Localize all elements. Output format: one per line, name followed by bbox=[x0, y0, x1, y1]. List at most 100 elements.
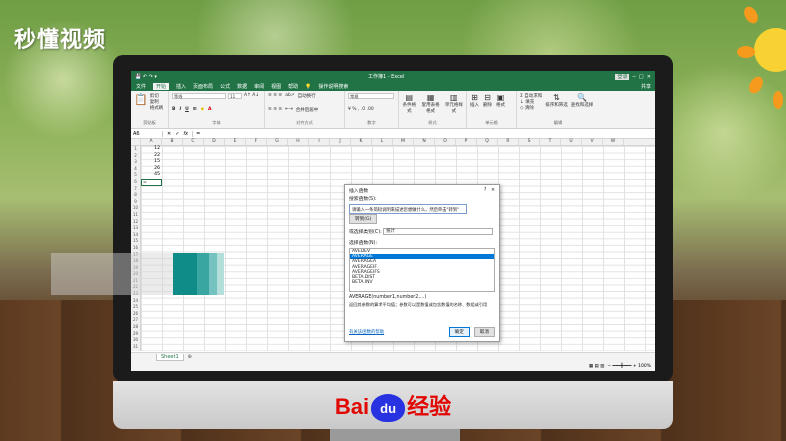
grow-font-icon[interactable]: A↑ A↓ bbox=[244, 93, 259, 99]
font-family-select[interactable]: 等线 bbox=[172, 93, 226, 99]
maximize-icon[interactable]: □ bbox=[639, 74, 644, 80]
row-header[interactable]: 26 bbox=[131, 311, 140, 318]
column-header[interactable]: M bbox=[393, 139, 414, 145]
function-item[interactable]: BETA.INV bbox=[350, 280, 494, 285]
help-icon[interactable]: ? bbox=[484, 188, 487, 193]
row-header[interactable]: 2 bbox=[131, 153, 140, 160]
paste-icon[interactable]: 📋 bbox=[134, 93, 148, 111]
row-header[interactable]: 27 bbox=[131, 317, 140, 324]
orientation-icon[interactable]: ab↗ bbox=[285, 93, 294, 99]
minimize-icon[interactable]: ─ bbox=[633, 74, 636, 80]
tab-view[interactable]: 视图 bbox=[271, 83, 281, 90]
row-header[interactable]: 10 bbox=[131, 205, 140, 212]
column-header[interactable]: W bbox=[603, 139, 624, 145]
select-all-corner[interactable] bbox=[131, 139, 141, 145]
insert-cells-button[interactable]: ⊞ 插入 bbox=[470, 93, 479, 108]
row-header[interactable]: 9 bbox=[131, 199, 140, 206]
sheet-tab-sheet1[interactable]: Sheet1 bbox=[156, 353, 184, 361]
number-format-select[interactable]: 常规 bbox=[348, 93, 394, 99]
column-header[interactable]: R bbox=[498, 139, 519, 145]
column-header[interactable]: J bbox=[330, 139, 351, 145]
column-header[interactable]: B bbox=[162, 139, 183, 145]
quick-access-toolbar[interactable]: 💾 ↶ ↷ ▾ bbox=[135, 74, 157, 80]
font-size-select[interactable]: 11 bbox=[228, 93, 242, 99]
name-box[interactable]: A6 bbox=[133, 130, 163, 137]
row-header[interactable]: 3 bbox=[131, 159, 140, 166]
share-button[interactable]: 共享 bbox=[641, 83, 655, 90]
column-header[interactable]: D bbox=[204, 139, 225, 145]
row-header[interactable]: 12 bbox=[131, 219, 140, 226]
tab-file[interactable]: 文件 bbox=[136, 83, 146, 90]
row-header[interactable]: 7 bbox=[131, 186, 140, 193]
dialog-close-icon[interactable]: × bbox=[491, 188, 495, 193]
cell-a1[interactable]: 12 bbox=[141, 146, 162, 153]
find-select-button[interactable]: 🔍 查找和选择 bbox=[571, 93, 594, 111]
formula-enter-icon[interactable]: ✓ bbox=[175, 131, 179, 137]
indent-icon[interactable]: ⇤⇥ bbox=[285, 107, 293, 113]
tab-home[interactable]: 开始 bbox=[153, 83, 170, 90]
wrap-text-button[interactable]: 自动换行 bbox=[298, 93, 316, 99]
column-header[interactable]: H bbox=[288, 139, 309, 145]
conditional-format-button[interactable]: ▤ 条件格式 bbox=[402, 93, 417, 114]
column-header[interactable]: A bbox=[141, 139, 162, 145]
cell-a3[interactable]: 15 bbox=[141, 159, 162, 166]
column-header[interactable]: V bbox=[582, 139, 603, 145]
row-header[interactable]: 28 bbox=[131, 324, 140, 331]
row-header[interactable]: 29 bbox=[131, 331, 140, 338]
column-header[interactable]: C bbox=[183, 139, 204, 145]
column-header[interactable]: E bbox=[225, 139, 246, 145]
sort-filter-button[interactable]: ⇅ 排序和筛选 bbox=[545, 93, 568, 111]
underline-button[interactable]: U bbox=[185, 107, 189, 112]
clear-button[interactable]: ◇ 清除 bbox=[520, 105, 542, 111]
font-color-icon[interactable]: A bbox=[208, 107, 211, 112]
column-header[interactable]: U bbox=[561, 139, 582, 145]
row-header[interactable]: 14 bbox=[131, 232, 140, 239]
column-header[interactable]: L bbox=[372, 139, 393, 145]
go-button[interactable]: 转到(G) bbox=[349, 214, 378, 224]
fill-color-icon[interactable]: ◆ bbox=[201, 107, 204, 112]
merge-center-button[interactable]: 合并后居中 bbox=[296, 107, 319, 113]
column-header[interactable]: G bbox=[267, 139, 288, 145]
row-header[interactable]: 13 bbox=[131, 225, 140, 232]
row-header[interactable]: 31 bbox=[131, 344, 140, 351]
formula-input[interactable]: = bbox=[192, 130, 655, 137]
tab-page-layout[interactable]: 页面布局 bbox=[193, 83, 213, 90]
function-listbox[interactable]: AVEDEV AVERAGE AVERAGEA AVERAGEIF AVERAG… bbox=[349, 248, 495, 292]
column-header[interactable]: N bbox=[414, 139, 435, 145]
column-header[interactable]: F bbox=[246, 139, 267, 145]
italic-button[interactable]: I bbox=[179, 107, 181, 112]
align-top-icon[interactable]: ≡ ≡ ≡ bbox=[268, 93, 282, 99]
row-header[interactable]: 24 bbox=[131, 298, 140, 305]
zoom-slider[interactable]: − ━━━╋━━━ + bbox=[607, 364, 636, 369]
tab-help[interactable]: 帮助 bbox=[288, 83, 298, 90]
cell-a5[interactable]: 45 bbox=[141, 172, 162, 179]
delete-cells-button[interactable]: ⊟ 删除 bbox=[483, 93, 492, 108]
format-cells-button[interactable]: ▣ 格式 bbox=[496, 93, 505, 108]
row-header[interactable]: 11 bbox=[131, 212, 140, 219]
ok-button[interactable]: 确定 bbox=[448, 327, 470, 337]
row-header[interactable]: 30 bbox=[131, 337, 140, 344]
tab-insert[interactable]: 插入 bbox=[176, 83, 186, 90]
border-icon[interactable]: ⊞ bbox=[193, 107, 197, 112]
close-icon[interactable]: ✕ bbox=[647, 74, 651, 80]
view-buttons[interactable]: ▦ ▤ ▥ bbox=[589, 364, 605, 369]
row-header[interactable]: 5 bbox=[131, 172, 140, 179]
cancel-button[interactable]: 取消 bbox=[473, 327, 495, 337]
category-select[interactable]: 统计 bbox=[383, 228, 494, 235]
column-header[interactable]: K bbox=[351, 139, 372, 145]
row-header[interactable]: 6 bbox=[131, 179, 140, 186]
tab-formulas[interactable]: 公式 bbox=[220, 83, 230, 90]
tab-review[interactable]: 审阅 bbox=[254, 83, 264, 90]
format-as-table-button[interactable]: ▦ 套用表格格式 bbox=[420, 93, 442, 114]
format-painter-button[interactable]: 格式刷 bbox=[150, 105, 164, 111]
row-header[interactable]: 4 bbox=[131, 166, 140, 173]
align-left-icon[interactable]: ≡ ≡ ≡ bbox=[268, 107, 282, 113]
row-header[interactable]: 25 bbox=[131, 304, 140, 311]
column-header[interactable]: S bbox=[519, 139, 540, 145]
column-header[interactable]: I bbox=[309, 139, 330, 145]
column-header[interactable]: Q bbox=[477, 139, 498, 145]
row-header[interactable]: 16 bbox=[131, 245, 140, 252]
tab-data[interactable]: 数据 bbox=[237, 83, 247, 90]
number-format-icons[interactable]: ¥ % , .0 .00 bbox=[348, 107, 395, 112]
insert-function-icon[interactable]: fx bbox=[183, 131, 188, 137]
